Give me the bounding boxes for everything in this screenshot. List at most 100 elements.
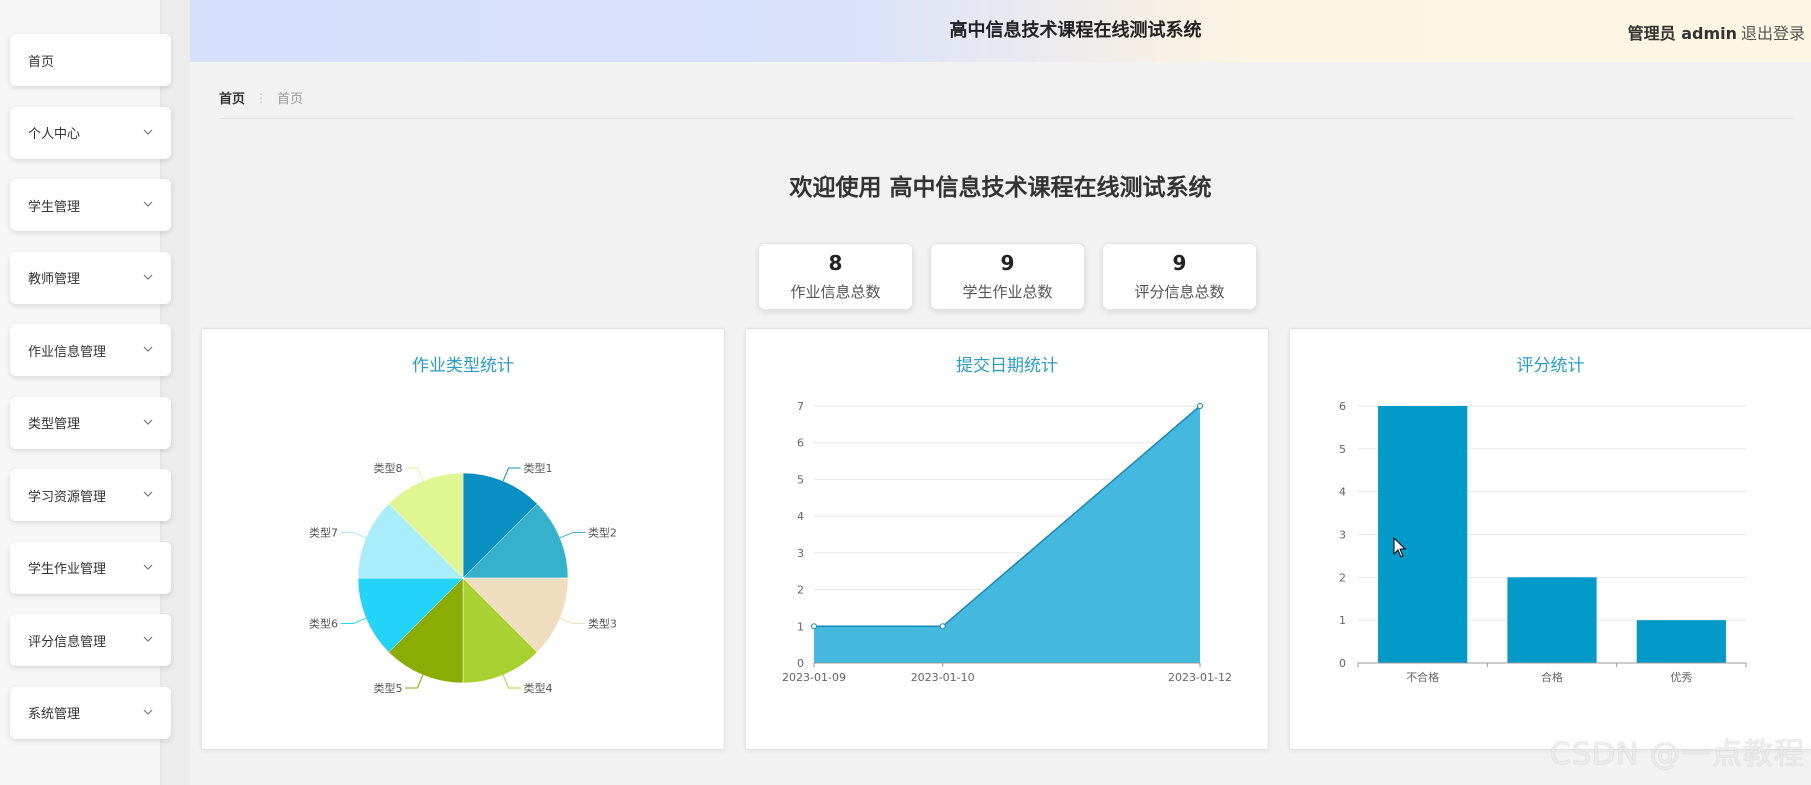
sidebar-item-label: 系统管理: [28, 707, 81, 722]
stat-label: 学生作业总数: [962, 283, 1053, 301]
x-tick-label: 合格: [1541, 670, 1563, 684]
y-tick-label: 2: [1339, 571, 1346, 584]
pie-label-line: [502, 674, 521, 689]
current-user: 管理员 admin: [1627, 24, 1737, 43]
y-tick-label: 1: [1339, 614, 1346, 627]
stat-value: 8: [828, 251, 843, 275]
y-tick-label: 0: [797, 657, 804, 670]
y-tick-label: 4: [1339, 486, 1346, 499]
mouse-cursor-icon: [1393, 537, 1407, 558]
stat-value: 9: [1000, 251, 1015, 275]
y-tick-label: 5: [797, 473, 804, 486]
y-tick-label: 6: [1339, 400, 1346, 413]
y-tick-label: 1: [797, 620, 804, 633]
welcome-heading: 欢迎使用 高中信息技术课程在线测试系统: [789, 175, 1212, 201]
panel-date-statistics: 提交日期统计 0 1 2 3 4 5 6 7 2023-01-09 2023-01-10 2023-…: [745, 328, 1269, 750]
area-fill: [814, 406, 1200, 663]
stat-label: 评分信息总数: [1134, 283, 1225, 301]
data-point[interactable]: [939, 623, 946, 630]
pie-label-line: [405, 674, 424, 689]
y-tick-label: 4: [797, 510, 804, 523]
y-tick-label: 6: [797, 437, 804, 450]
sidebar-item-label: 首页: [28, 54, 55, 70]
y-tick-label: 5: [1339, 443, 1346, 456]
pie-label: 类型5: [373, 681, 402, 695]
sidebar-item[interactable]: 学习资源管理: [10, 469, 171, 521]
sidebar-item-label: 学生管理: [28, 199, 81, 215]
bar[interactable]: [1636, 620, 1726, 663]
breadcrumb-home[interactable]: 首页: [219, 88, 245, 107]
sidebar: 首页个人中心学生管理教师管理作业信息管理 类型管理学习资源管理 学生作业管理 评分信息…: [0, 0, 190, 785]
sidebar-item-label: 教师管理: [28, 272, 81, 287]
y-tick-label: 3: [1339, 529, 1346, 542]
breadcrumb-current: 首页: [277, 92, 304, 107]
bar-chart: 0 1 2 3 4 5 6 不合格 合格 优秀: [1339, 400, 1747, 684]
stat-card-assignments: 8 作业信息总数: [758, 243, 913, 310]
y-tick-label: 2: [797, 584, 804, 597]
chevron-down-icon: [143, 201, 153, 207]
data-point[interactable]: [1197, 403, 1203, 409]
x-tick-label: 优秀: [1670, 671, 1692, 684]
area-chart: 0 1 2 3 4 5 6 7 2023-01-09 2023-01-10 2023-01-12: [782, 400, 1232, 684]
logout-link[interactable]: 退出登录: [1741, 20, 1805, 44]
pie-label-line: [341, 531, 367, 539]
sidebar-item-label: 学习资源管理: [28, 489, 107, 505]
sidebar-item-label: 学生作业管理: [28, 562, 107, 577]
sidebar-item[interactable]: 系统管理: [10, 686, 171, 739]
sidebar-item-label: 类型管理: [28, 417, 81, 432]
pie-label: 类型1: [524, 461, 553, 475]
stat-value: 9: [1172, 251, 1187, 275]
x-tick-label: 2023-01-12: [1168, 671, 1232, 684]
bar[interactable]: [1378, 406, 1468, 663]
pie-label: 类型2: [588, 525, 617, 539]
pie-label: 类型7: [309, 525, 338, 539]
sidebar-item-label: 作业信息管理: [28, 344, 107, 360]
chevron-down-icon: [143, 129, 153, 135]
sidebar-item[interactable]: 个人中心: [10, 106, 171, 159]
sidebar-item-label: 个人中心: [28, 127, 81, 142]
chevron-down-icon: [143, 346, 153, 352]
sidebar-item-label: 评分信息管理: [28, 634, 107, 650]
stat-card-ratings: 9 评分信息总数: [1102, 243, 1257, 310]
y-tick-label: 0: [1339, 657, 1346, 670]
sidebar-item[interactable]: 教师管理: [10, 251, 171, 304]
chevron-down-icon: [143, 419, 153, 425]
chevron-down-icon: [143, 709, 153, 715]
sidebar-item[interactable]: 学生管理: [10, 179, 171, 231]
stat-card-student-assignments: 9 学生作业总数: [930, 243, 1085, 310]
x-tick-label: 2023-01-10: [911, 671, 975, 684]
chevron-down-icon: [143, 274, 153, 280]
sidebar-item[interactable]: 类型管理: [10, 396, 171, 449]
sidebar-item[interactable]: 评分信息管理: [10, 614, 171, 666]
top-header: 高中信息技术课程在线测试系统 管理员 admin 退出登录: [190, 0, 1811, 62]
y-tick-label: 7: [797, 400, 804, 413]
panel-type-statistics: 作业类型统计 类型1 类型2 类型3 类型4 类型5 类型6 类型7 类型8: [201, 328, 725, 750]
bar[interactable]: [1507, 577, 1597, 663]
pie-label: 类型6: [309, 617, 338, 631]
sidebar-item[interactable]: 首页: [10, 34, 171, 86]
watermark: CSDN @一点教程: [1549, 737, 1805, 772]
pie-label-line: [559, 531, 585, 539]
pie-label: 类型4: [524, 681, 553, 695]
sidebar-item[interactable]: 作业信息管理: [10, 324, 171, 376]
sidebar-item[interactable]: 学生作业管理: [10, 541, 171, 594]
pie-label-line: [405, 467, 424, 482]
pie-label-line: [341, 617, 367, 625]
x-tick-label: 2023-01-09: [782, 671, 846, 684]
pie-label: 类型3: [588, 617, 617, 631]
app-title: 高中信息技术课程在线测试系统: [949, 20, 1202, 41]
stat-label: 作业信息总数: [790, 283, 881, 301]
pie-label: 类型8: [373, 461, 402, 475]
y-tick-label: 3: [797, 547, 804, 560]
chevron-down-icon: [143, 636, 153, 642]
data-point[interactable]: [811, 623, 817, 630]
pie-label-line: [559, 617, 585, 625]
pie-label-line: [502, 467, 521, 482]
x-tick-label: 不合格: [1406, 670, 1439, 684]
breadcrumb: 首页 ⋮ 首页: [219, 88, 304, 108]
panel-rating-statistics: 评分统计 0 1 2 3 4 5 6 不合格 合格 优秀: [1289, 328, 1811, 750]
chevron-down-icon: [143, 491, 153, 497]
pie-chart: 类型1 类型2 类型3 类型4 类型5 类型6 类型7 类型8: [309, 461, 617, 695]
chevron-down-icon: [143, 564, 153, 570]
breadcrumb-separator-icon: ⋮: [255, 90, 268, 105]
